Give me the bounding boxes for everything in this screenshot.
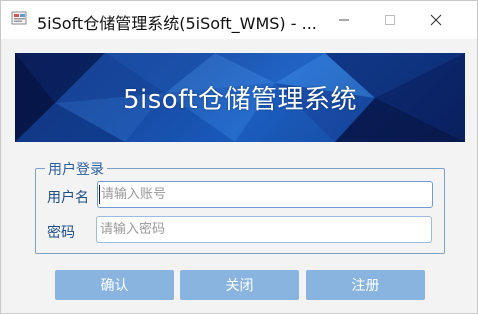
username-input[interactable] <box>97 181 433 208</box>
maximize-button[interactable] <box>367 1 413 39</box>
header-banner: 5isoft仓储管理系统 <box>15 53 465 142</box>
confirm-button[interactable]: 确认 <box>55 270 174 300</box>
maximize-icon <box>385 15 395 25</box>
close-button[interactable]: 关闭 <box>180 270 299 300</box>
window-title: 5iSoft仓储管理系统(5iSoft_WMS) - ... <box>37 14 317 33</box>
close-icon <box>430 14 442 26</box>
minimize-icon <box>339 19 349 21</box>
text-cursor <box>99 185 100 204</box>
close-window-button[interactable] <box>413 1 459 39</box>
app-icon <box>11 11 27 25</box>
minimize-button[interactable] <box>321 1 367 39</box>
password-label: 密码 <box>47 225 75 241</box>
banner-title: 5isoft仓储管理系统 <box>122 85 358 115</box>
register-button[interactable]: 注册 <box>306 270 425 300</box>
username-label: 用户名 <box>47 190 89 206</box>
login-group-title: 用户登录 <box>45 159 107 179</box>
login-window: 5iSoft仓储管理系统(5iSoft_WMS) - ... 5isoft仓储管… <box>0 0 478 314</box>
title-bar[interactable]: 5iSoft仓储管理系统(5iSoft_WMS) - ... <box>1 1 477 39</box>
password-input[interactable] <box>96 216 432 243</box>
